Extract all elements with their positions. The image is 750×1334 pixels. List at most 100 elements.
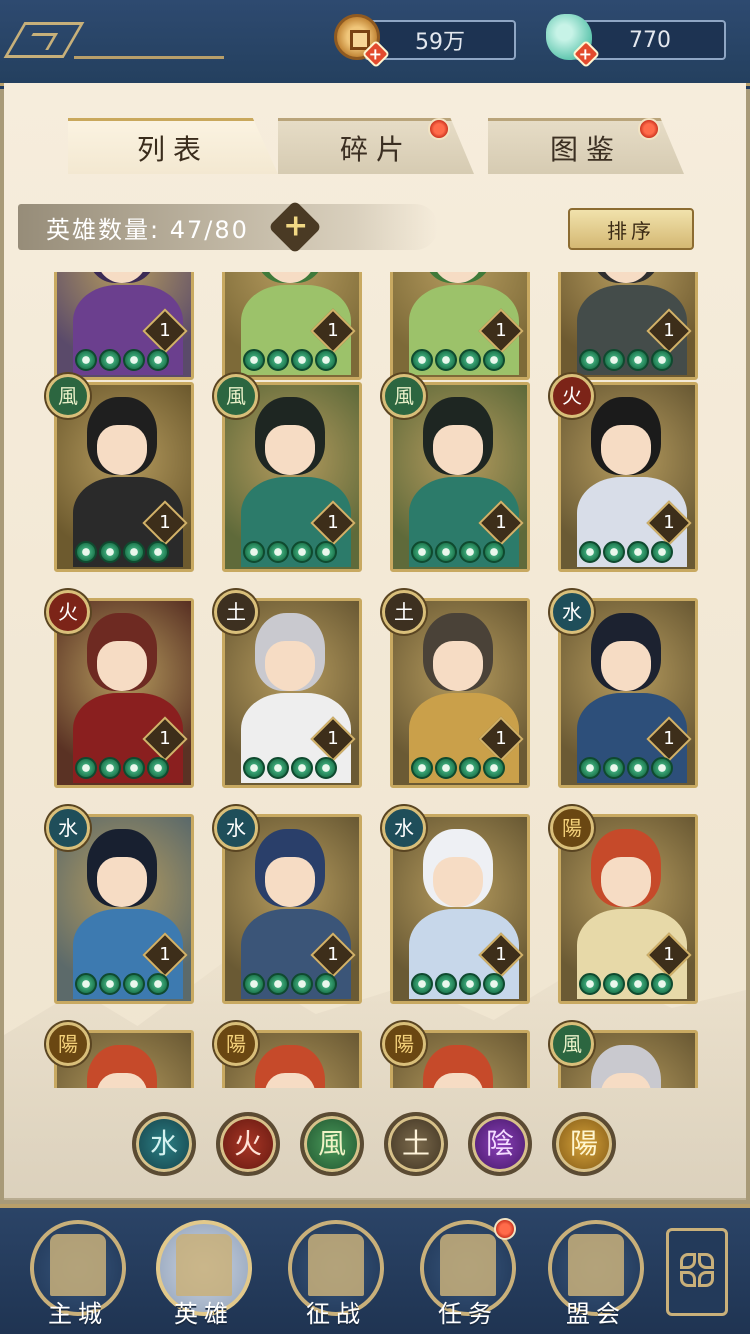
jade-star-icon — [99, 973, 121, 995]
jade-star-icon — [579, 757, 601, 779]
jade-star-icon — [483, 757, 505, 779]
level-value: 1 — [159, 512, 171, 533]
element-wind-icon: 風 — [46, 374, 90, 418]
hero-portrait-face — [97, 857, 147, 907]
jade-star-icon — [243, 973, 265, 995]
hero-portrait-face — [433, 425, 483, 475]
filter-fire-button[interactable]: 火 — [216, 1112, 280, 1176]
jade-star-icon — [411, 757, 433, 779]
filter-water-button[interactable]: 水 — [132, 1112, 196, 1176]
level-value: 1 — [495, 944, 507, 965]
star-rating — [411, 541, 505, 563]
hero-portrait-face — [97, 425, 147, 475]
level-value: 1 — [327, 512, 339, 533]
level-value: 1 — [663, 728, 675, 749]
jade-star-icon — [627, 973, 649, 995]
guild-icon — [568, 1234, 624, 1296]
jade-star-icon — [483, 349, 505, 371]
sort-button[interactable]: 排序 — [568, 208, 694, 250]
element-yang-icon: 陽 — [382, 1022, 426, 1066]
element-wind-icon: 風 — [382, 374, 426, 418]
nav-hero[interactable]: 英雄 — [154, 1214, 254, 1328]
hero-card[interactable]: 1 — [558, 272, 698, 380]
jade-star-icon — [147, 973, 169, 995]
more-button[interactable] — [666, 1228, 728, 1316]
tab-list[interactable]: 列表 — [68, 118, 278, 174]
jade-star-icon — [435, 973, 457, 995]
nav-battle[interactable]: 征战 — [286, 1214, 386, 1328]
hero-card[interactable]: 1 — [222, 272, 362, 380]
jade-star-icon — [651, 541, 673, 563]
jade-star-icon — [147, 541, 169, 563]
star-rating — [579, 757, 673, 779]
jade-star-icon — [603, 973, 625, 995]
jade-star-icon — [315, 973, 337, 995]
element-fire-icon: 火 — [46, 590, 90, 634]
jade-star-icon — [75, 757, 97, 779]
jade-star-icon — [627, 757, 649, 779]
hero-card[interactable]: 1 — [390, 272, 530, 380]
jade-star-icon — [459, 541, 481, 563]
hero-count-label: 英雄数量: 47/80 — [46, 216, 249, 244]
element-water-icon: 水 — [550, 590, 594, 634]
star-rating — [243, 757, 337, 779]
jade-star-icon — [603, 541, 625, 563]
filter-yin-button[interactable]: 陰 — [468, 1112, 532, 1176]
star-rating — [579, 541, 673, 563]
codex-notification-dot — [638, 118, 660, 140]
star-rating — [243, 349, 337, 371]
element-earth-icon: 土 — [382, 590, 426, 634]
jade-star-icon — [123, 757, 145, 779]
hero-card[interactable]: 1 — [54, 272, 194, 380]
jade-star-icon — [651, 757, 673, 779]
star-rating — [579, 349, 673, 371]
jade-star-icon — [651, 349, 673, 371]
top-divider — [74, 56, 224, 59]
filter-earth-button[interactable]: 土 — [384, 1112, 448, 1176]
nav-task[interactable]: 任务 — [418, 1214, 518, 1328]
star-rating — [579, 973, 673, 995]
level-value: 1 — [495, 320, 507, 341]
jade-star-icon — [243, 757, 265, 779]
star-rating — [75, 757, 169, 779]
level-value: 1 — [327, 728, 339, 749]
star-rating — [75, 541, 169, 563]
nav-guild[interactable]: 盟会 — [546, 1214, 646, 1328]
menu-logo-icon[interactable] — [3, 22, 85, 58]
star-rating — [75, 349, 169, 371]
jade-star-icon — [75, 541, 97, 563]
jade-star-icon — [483, 973, 505, 995]
element-water-icon: 水 — [382, 806, 426, 850]
level-value: 1 — [159, 320, 171, 341]
jade-star-icon — [291, 757, 313, 779]
filter-yang-button[interactable]: 陽 — [552, 1112, 616, 1176]
element-filter-row: 水火風土陰陽 — [132, 1112, 616, 1176]
level-value: 1 — [327, 944, 339, 965]
jade-star-icon — [243, 349, 265, 371]
element-water-icon: 水 — [214, 806, 258, 850]
hero-portrait-face — [265, 425, 315, 475]
jade-value: 770 — [629, 27, 671, 53]
jade-star-icon — [459, 973, 481, 995]
jade-star-icon — [75, 973, 97, 995]
task-icon — [440, 1234, 496, 1296]
hero-portrait-face — [265, 857, 315, 907]
jade-star-icon — [651, 973, 673, 995]
element-yang-icon: 陽 — [550, 806, 594, 850]
tab-fragments-label: 碎片 — [339, 132, 412, 166]
jade-star-icon — [267, 541, 289, 563]
jade-star-icon — [267, 973, 289, 995]
nav-city[interactable]: 主城 — [28, 1214, 128, 1328]
tab-list-label: 列表 — [136, 132, 209, 166]
filter-wind-button[interactable]: 風 — [300, 1112, 364, 1176]
jade-star-icon — [123, 349, 145, 371]
hero-portrait-face — [433, 857, 483, 907]
city-icon — [50, 1234, 106, 1296]
jade-star-icon — [459, 349, 481, 371]
jade-star-icon — [315, 541, 337, 563]
task-notification-dot — [494, 1218, 516, 1240]
jade-star-icon — [579, 349, 601, 371]
hero-portrait-face — [265, 641, 315, 691]
element-fire-icon: 火 — [550, 374, 594, 418]
hero-portrait-face — [433, 641, 483, 691]
